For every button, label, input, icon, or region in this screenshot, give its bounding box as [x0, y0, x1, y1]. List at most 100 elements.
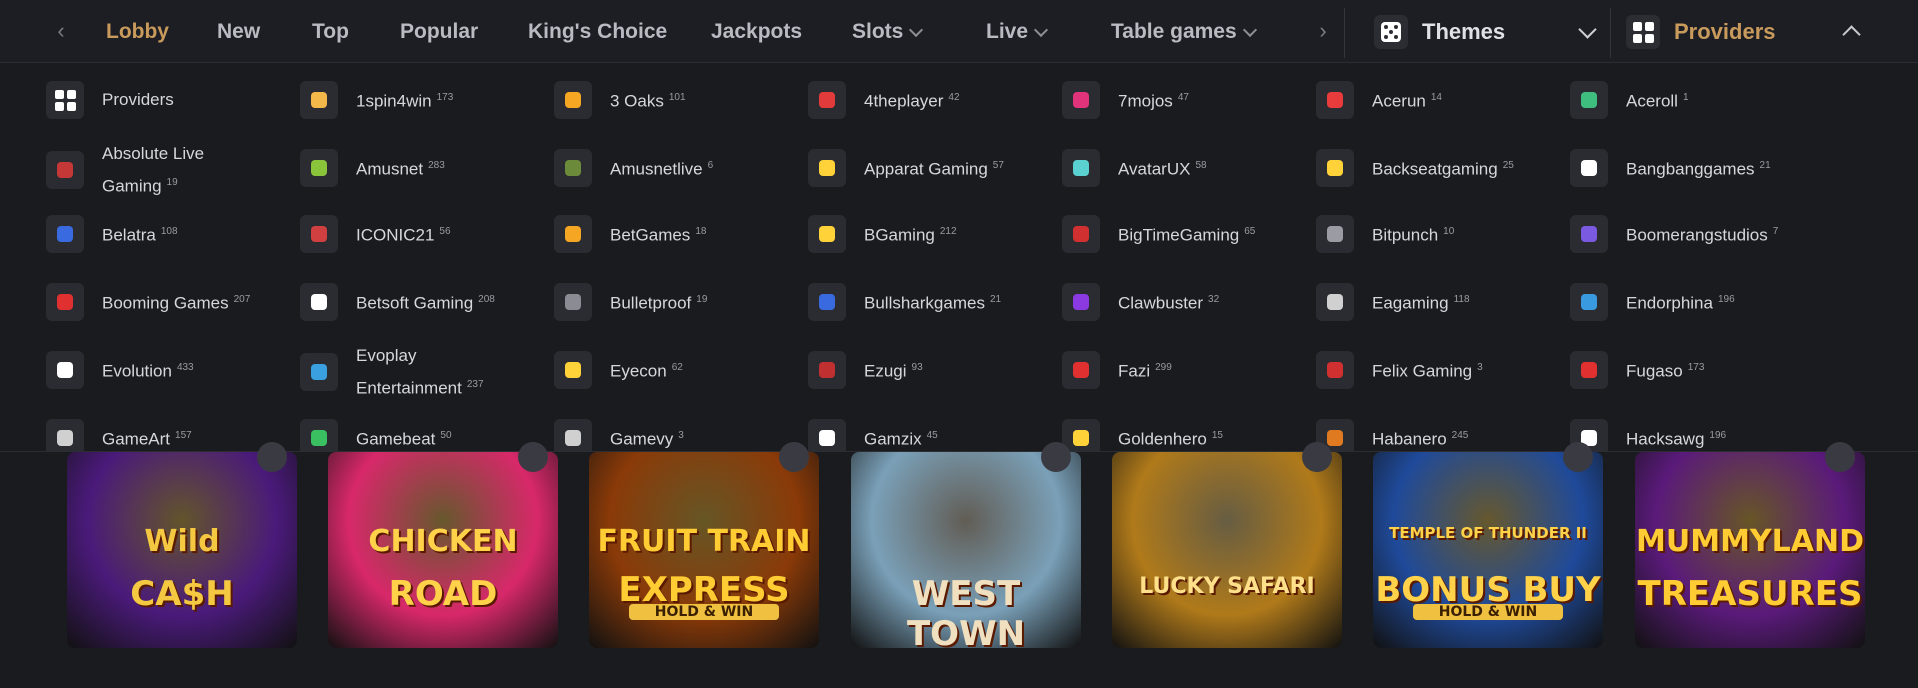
provider-item[interactable]: Gamzix 45 [808, 419, 1048, 451]
provider-name: 3 Oaks 101 [610, 84, 686, 116]
provider-name: Gamebeat 50 [356, 422, 452, 451]
provider-label: Absolute Live Gaming [102, 144, 205, 196]
provider-item[interactable]: 3 Oaks 101 [554, 81, 794, 119]
nav-item-kings-choice[interactable]: King's Choice [528, 18, 667, 46]
nav-label: New [217, 20, 261, 43]
provider-label: Eagaming [1372, 293, 1449, 313]
provider-name: Bullsharkgames 21 [864, 286, 1001, 318]
provider-item[interactable]: Bangbanggames 21 [1570, 149, 1810, 187]
provider-item[interactable]: Bitpunch 10 [1316, 215, 1556, 253]
provider-count: 58 [1195, 160, 1207, 172]
provider-item[interactable]: Evoplay Entertainment 237 [300, 341, 540, 403]
providers-toggle[interactable]: Providers [1626, 12, 1861, 52]
favorite-icon[interactable] [1825, 442, 1855, 472]
game-tile[interactable]: WEST TOWN [851, 452, 1081, 648]
provider-count: 283 [428, 160, 445, 172]
provider-item[interactable]: Amusnetlive 6 [554, 149, 794, 187]
provider-count: 50 [440, 430, 452, 442]
game-tile[interactable]: MUMMYLAND TREASURES [1635, 452, 1865, 648]
provider-item[interactable]: BetGames 18 [554, 215, 794, 253]
favorite-icon[interactable] [1302, 442, 1332, 472]
game-tile[interactable]: TEMPLE OF THUNDER II BONUS BUY HOLD & WIN [1373, 452, 1603, 648]
provider-item[interactable]: Evolution 433 [46, 351, 286, 389]
provider-name: Eyecon 62 [610, 354, 683, 386]
provider-item[interactable]: Eagaming 118 [1316, 283, 1556, 321]
provider-logo-icon [554, 419, 592, 451]
nav-item-live[interactable]: Live [986, 18, 1049, 46]
providers-dropdown: Providers 1spin4win 173 3 Oaks 101 4theplayer… [0, 63, 1918, 452]
provider-item[interactable]: Fazi 299 [1062, 351, 1302, 389]
favorite-icon[interactable] [518, 442, 548, 472]
favorite-icon[interactable] [257, 442, 287, 472]
nav-item-lobby[interactable]: Lobby [106, 18, 169, 46]
game-tile[interactable]: LUCKY SAFARI [1112, 452, 1342, 648]
provider-item[interactable]: Gamebeat 50 [300, 419, 540, 451]
game-tile[interactable]: Wild CA$H [67, 452, 297, 648]
provider-count: 212 [939, 226, 957, 238]
provider-item[interactable]: BGaming 212 [808, 215, 1048, 253]
provider-label: 4theplayer [864, 91, 944, 111]
provider-item[interactable]: Ezugi 93 [808, 351, 1048, 389]
provider-item[interactable]: Booming Games 207 [46, 283, 286, 321]
provider-item[interactable]: Betsoft Gaming 208 [300, 283, 540, 321]
provider-item[interactable]: Apparat Gaming 57 [808, 149, 1048, 187]
provider-item[interactable]: Aceroll 1 [1570, 81, 1810, 119]
provider-item[interactable]: 1spin4win 173 [300, 81, 540, 119]
provider-name: Gamevy 3 [610, 422, 684, 451]
provider-logo-icon [1062, 81, 1100, 119]
provider-item[interactable]: Belatra 108 [46, 215, 286, 253]
nav-next-arrow[interactable]: › [1310, 18, 1336, 44]
nav-item-top[interactable]: Top [312, 18, 349, 46]
provider-logo-icon [1570, 149, 1608, 187]
nav-label: Slots [852, 20, 904, 43]
provider-item[interactable]: Acerun 14 [1316, 81, 1556, 119]
provider-item[interactable]: Providers [46, 81, 286, 119]
provider-item[interactable]: ICONIC21 56 [300, 215, 540, 253]
provider-item[interactable]: Clawbuster 32 [1062, 283, 1302, 321]
provider-name: Amusnetlive 6 [610, 152, 713, 184]
provider-item[interactable]: Backseatgaming 25 [1316, 149, 1556, 187]
provider-item[interactable]: Bulletproof 19 [554, 283, 794, 321]
provider-item[interactable]: Habanero 245 [1316, 419, 1556, 451]
provider-count: 173 [436, 92, 454, 104]
provider-item[interactable]: Felix Gaming 3 [1316, 351, 1556, 389]
provider-item[interactable]: Endorphina 196 [1570, 283, 1810, 321]
provider-item[interactable]: BigTimeGaming 65 [1062, 215, 1302, 253]
game-title-line: CHICKEN [368, 524, 518, 559]
favorite-icon[interactable] [1563, 442, 1593, 472]
favorite-icon[interactable] [1041, 442, 1071, 472]
provider-label: Hacksawg [1626, 429, 1705, 449]
favorite-icon[interactable] [779, 442, 809, 472]
game-tile[interactable]: FRUIT TRAIN EXPRESS HOLD & WIN [589, 452, 819, 648]
provider-logo-icon [554, 283, 592, 321]
nav-item-popular[interactable]: Popular [400, 18, 478, 46]
provider-item[interactable]: GameArt 157 [46, 419, 286, 451]
provider-item[interactable]: Boomerangstudios 7 [1570, 215, 1810, 253]
nav-item-jackpots[interactable]: Jackpots [711, 18, 802, 46]
provider-item[interactable]: 7mojos 47 [1062, 81, 1302, 119]
provider-item[interactable]: Hacksawg 196 [1570, 419, 1810, 451]
provider-item[interactable]: Bullsharkgames 21 [808, 283, 1048, 321]
provider-item[interactable]: Absolute Live Gaming 19 [46, 139, 286, 201]
provider-item[interactable]: Eyecon 62 [554, 351, 794, 389]
provider-label: Providers [102, 90, 174, 109]
nav-item-new[interactable]: New [217, 18, 260, 46]
provider-name: Ezugi 93 [864, 354, 923, 386]
provider-label: Habanero [1372, 429, 1447, 449]
provider-item[interactable]: Goldenhero 15 [1062, 419, 1302, 451]
provider-name: Felix Gaming 3 [1372, 354, 1483, 386]
provider-item[interactable]: Gamevy 3 [554, 419, 794, 451]
provider-item[interactable]: 4theplayer 42 [808, 81, 1048, 119]
nav-item-table-games[interactable]: Table games [1111, 18, 1257, 46]
provider-item[interactable]: Amusnet 283 [300, 149, 540, 187]
themes-toggle[interactable]: Themes [1374, 12, 1597, 52]
provider-count: 3 [678, 430, 684, 442]
provider-count: 56 [439, 226, 451, 238]
provider-item[interactable]: AvatarUX 58 [1062, 149, 1302, 187]
provider-count: 157 [175, 430, 192, 442]
provider-item[interactable]: Fugaso 173 [1570, 351, 1810, 389]
game-tile[interactable]: CHICKEN ROAD [328, 452, 558, 648]
nav-item-slots[interactable]: Slots [852, 18, 924, 46]
nav-prev-arrow[interactable]: ‹ [48, 18, 74, 44]
provider-count: 45 [926, 430, 938, 442]
